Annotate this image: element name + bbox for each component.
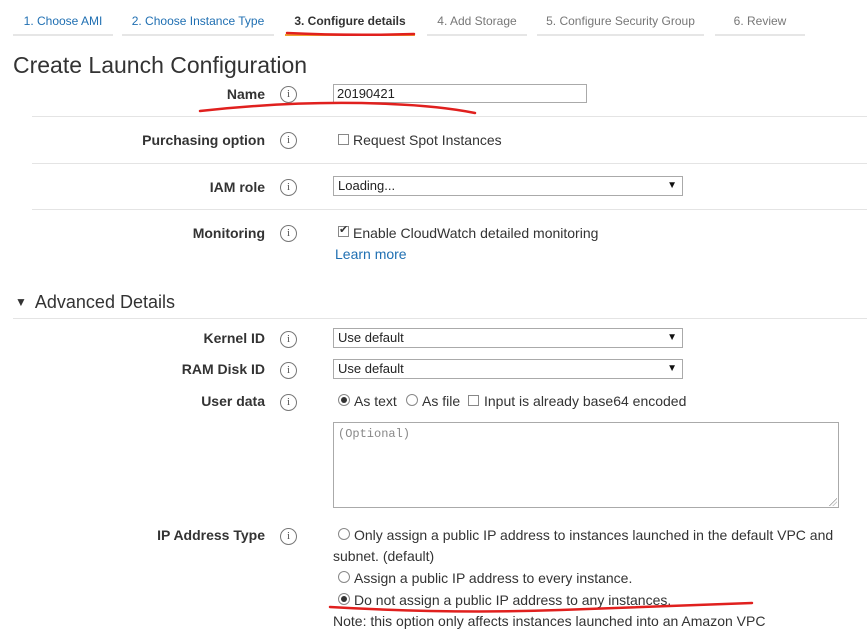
ip-none-radio[interactable] bbox=[338, 593, 350, 605]
ip-note: Note: this option only affects instances… bbox=[333, 613, 766, 629]
info-icon[interactable]: i bbox=[280, 394, 297, 411]
iam-role-select[interactable]: Loading... ▼ bbox=[333, 176, 683, 196]
cloudwatch-label: Enable CloudWatch detailed monitoring bbox=[353, 225, 599, 241]
divider bbox=[32, 209, 867, 210]
tab-configure-security-group[interactable]: 5. Configure Security Group bbox=[537, 8, 704, 36]
ip-default-radio[interactable] bbox=[338, 528, 350, 540]
kernel-id-select[interactable]: Use default ▼ bbox=[333, 328, 683, 348]
ip-default-label-line1: Only assign a public IP address to insta… bbox=[354, 527, 834, 543]
as-text-radio[interactable] bbox=[338, 394, 350, 406]
ram-disk-id-label: RAM Disk ID bbox=[181, 361, 265, 377]
tab-add-storage[interactable]: 4. Add Storage bbox=[427, 8, 527, 36]
ram-disk-id-select[interactable]: Use default ▼ bbox=[333, 359, 683, 379]
user-data-placeholder: (Optional) bbox=[338, 427, 411, 441]
iam-role-value: Loading... bbox=[338, 178, 396, 193]
name-input[interactable]: 20190421 bbox=[333, 84, 587, 103]
base64-label: Input is already base64 encoded bbox=[484, 393, 687, 409]
info-icon[interactable]: i bbox=[280, 179, 297, 196]
iam-role-label: IAM role bbox=[209, 179, 265, 195]
info-icon[interactable]: i bbox=[280, 331, 297, 348]
divider bbox=[32, 116, 867, 117]
caret-down-icon: ▼ bbox=[15, 295, 27, 309]
tab-review[interactable]: 6. Review bbox=[715, 8, 805, 36]
info-icon[interactable]: i bbox=[280, 362, 297, 379]
info-icon[interactable]: i bbox=[280, 225, 297, 242]
chevron-down-icon: ▼ bbox=[667, 363, 677, 374]
name-label: Name bbox=[226, 86, 265, 102]
as-file-radio[interactable] bbox=[406, 394, 418, 406]
chevron-down-icon: ▼ bbox=[667, 180, 677, 191]
annotation-underline bbox=[198, 101, 477, 115]
ip-every-radio[interactable] bbox=[338, 571, 350, 583]
ip-default-label-line2: subnet. (default) bbox=[333, 548, 435, 564]
wizard-tabs: 1. Choose AMI 2. Choose Instance Type 3.… bbox=[0, 0, 867, 40]
kernel-id-label: Kernel ID bbox=[203, 330, 265, 346]
ip-every-label: Assign a public IP address to every inst… bbox=[354, 570, 633, 586]
ram-disk-id-value: Use default bbox=[338, 361, 404, 376]
monitoring-label: Monitoring bbox=[192, 225, 265, 241]
page-title: Create Launch Configuration bbox=[13, 52, 308, 78]
user-data-textarea[interactable]: (Optional) bbox=[333, 422, 839, 508]
user-data-label: User data bbox=[201, 393, 265, 409]
ip-none-label: Do not assign a public IP address to any… bbox=[354, 592, 672, 608]
request-spot-checkbox[interactable] bbox=[338, 134, 349, 145]
resize-handle[interactable] bbox=[829, 498, 837, 506]
tab-choose-ami[interactable]: 1. Choose AMI bbox=[13, 8, 113, 36]
tab-configure-details[interactable]: 3. Configure details bbox=[285, 8, 415, 36]
info-icon[interactable]: i bbox=[280, 528, 297, 545]
base64-checkbox[interactable] bbox=[468, 395, 479, 406]
purchasing-option-label: Purchasing option bbox=[142, 132, 265, 148]
as-text-label: As text bbox=[354, 393, 397, 409]
request-spot-label: Request Spot Instances bbox=[353, 132, 502, 148]
tab-choose-instance-type[interactable]: 2. Choose Instance Type bbox=[122, 8, 274, 36]
divider bbox=[13, 318, 867, 319]
as-file-label: As file bbox=[422, 393, 461, 409]
cloudwatch-checkbox[interactable] bbox=[338, 223, 349, 237]
divider bbox=[32, 163, 867, 164]
advanced-details-toggle[interactable]: ▼ Advanced Details bbox=[15, 292, 175, 313]
advanced-details-title: Advanced Details bbox=[34, 292, 175, 312]
info-icon[interactable]: i bbox=[280, 86, 297, 103]
learn-more-link[interactable]: Learn more bbox=[335, 246, 407, 262]
info-icon[interactable]: i bbox=[280, 132, 297, 149]
ip-address-type-label: IP Address Type bbox=[157, 527, 265, 543]
kernel-id-value: Use default bbox=[338, 330, 404, 345]
chevron-down-icon: ▼ bbox=[667, 332, 677, 343]
